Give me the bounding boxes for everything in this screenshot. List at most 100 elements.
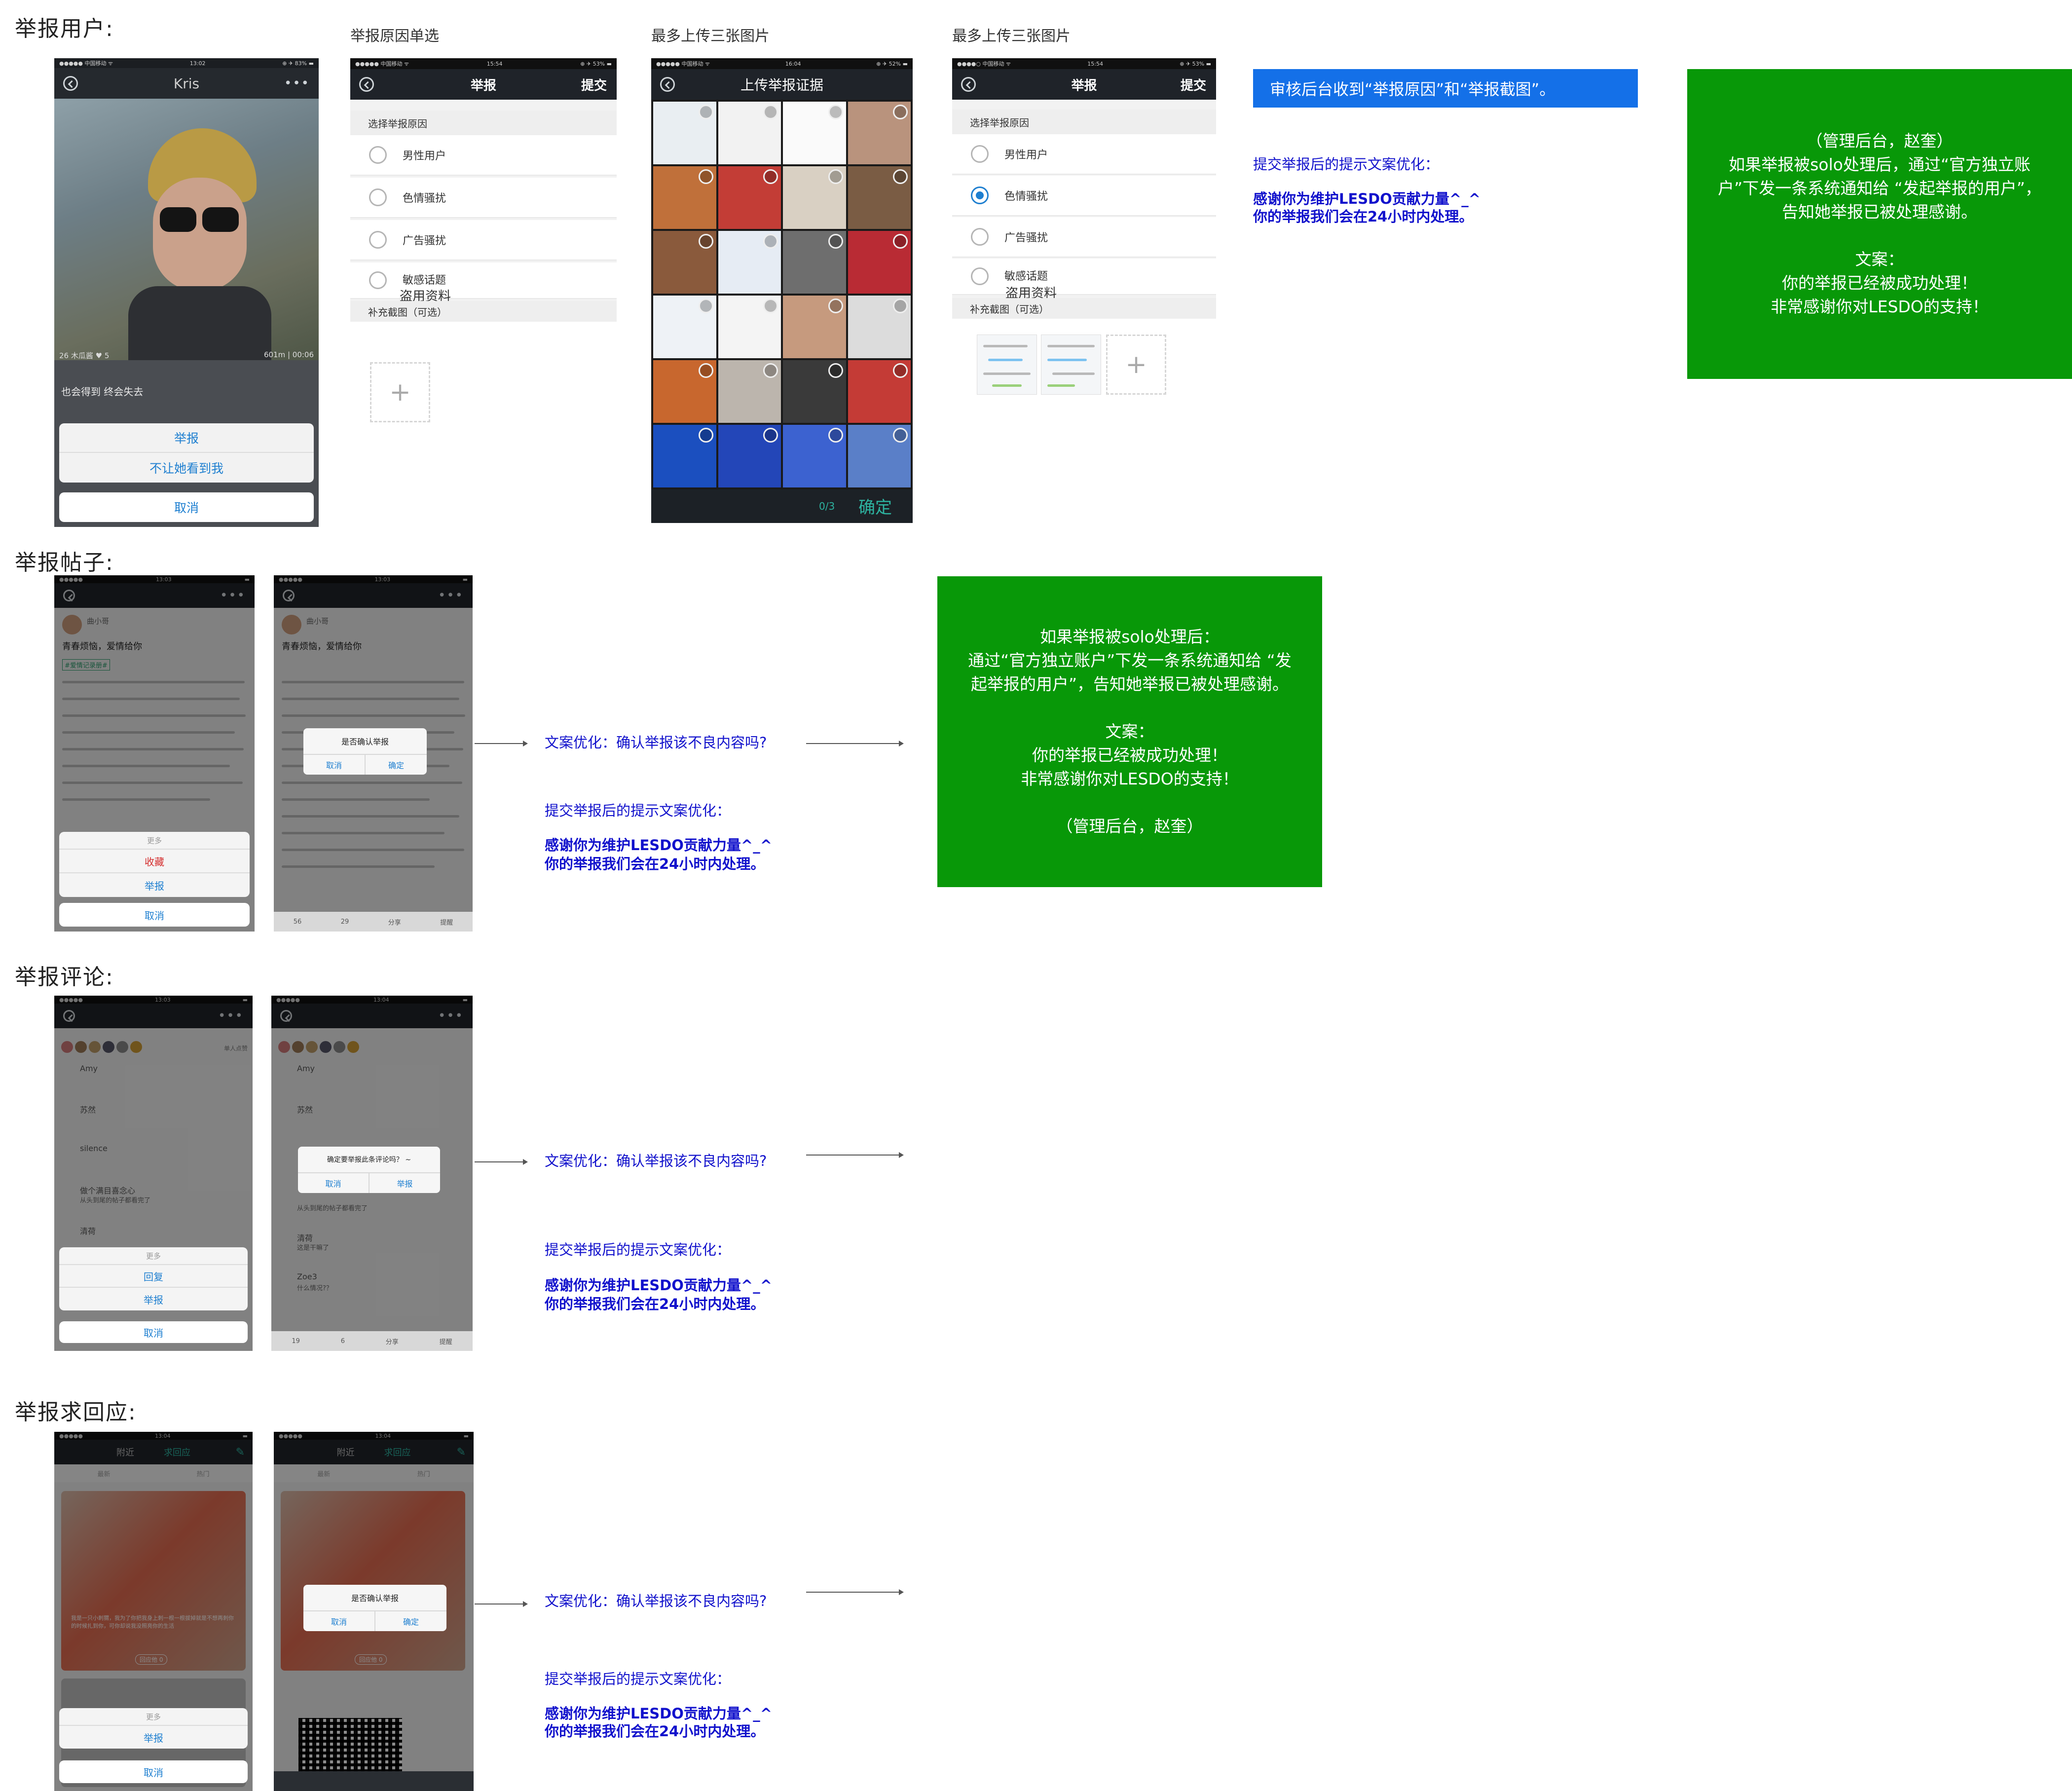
photo-thumb[interactable] [848, 102, 911, 164]
uploaded-screenshot[interactable] [1041, 335, 1101, 395]
reason-option-male[interactable]: 男性用户 [350, 135, 617, 176]
remind-button[interactable]: 提醒 [440, 917, 453, 927]
sheet-report-button[interactable]: 举报 [59, 1288, 248, 1310]
reason-option-sensitive[interactable]: 敏感话题 [350, 262, 617, 299]
photo-thumb[interactable] [848, 425, 911, 487]
check-icon[interactable] [698, 169, 713, 184]
check-icon[interactable] [763, 105, 778, 119]
submit-button[interactable]: 提交 [581, 75, 607, 94]
radio-icon[interactable] [369, 188, 387, 206]
dialog-cancel-button[interactable]: 取消 [303, 1611, 375, 1631]
check-icon[interactable] [698, 298, 713, 313]
dialog-report-button[interactable]: 举报 [370, 1173, 440, 1193]
reason-option-porn[interactable]: 色情骚扰 [952, 176, 1216, 216]
check-icon[interactable] [763, 234, 778, 249]
check-icon[interactable] [828, 298, 843, 313]
sheet-cancel-button[interactable]: 取消 [59, 903, 250, 927]
like-count[interactable]: 56 [294, 918, 302, 926]
radio-icon[interactable] [971, 145, 989, 163]
submit-button[interactable]: 提交 [1181, 75, 1206, 94]
photo-thumb[interactable] [653, 166, 716, 229]
share-button[interactable]: 分享 [386, 1337, 399, 1346]
photo-thumb[interactable] [653, 102, 716, 164]
check-icon[interactable] [893, 105, 908, 119]
check-icon[interactable] [763, 363, 778, 378]
photo-thumb[interactable] [783, 425, 846, 487]
check-icon[interactable] [893, 428, 908, 443]
photo-thumb[interactable] [848, 231, 911, 294]
radio-icon[interactable] [971, 267, 989, 285]
check-icon[interactable] [828, 234, 843, 249]
remind-button[interactable]: 提醒 [440, 1337, 452, 1346]
sheet-collect-button[interactable]: 收藏 [59, 850, 250, 873]
radio-icon[interactable] [369, 271, 387, 289]
check-icon[interactable] [698, 105, 713, 119]
sheet-cancel-button[interactable]: 取消 [59, 492, 314, 522]
add-image-button[interactable]: + [1106, 335, 1166, 395]
add-image-button[interactable]: + [370, 362, 430, 422]
photo-thumb[interactable] [653, 425, 716, 487]
dialog-ok-button[interactable]: 确定 [366, 755, 427, 775]
check-icon[interactable] [828, 105, 843, 119]
photo-thumb[interactable] [783, 231, 846, 294]
photo-thumb[interactable] [848, 360, 911, 423]
sheet-block-button[interactable]: 不让她看到我 [59, 453, 314, 483]
radio-selected-icon[interactable] [971, 187, 989, 204]
photo-thumb[interactable] [783, 166, 846, 229]
photo-thumb[interactable] [718, 425, 781, 487]
comment-count[interactable]: 29 [341, 918, 349, 926]
check-icon[interactable] [893, 298, 908, 313]
sheet-reply-button[interactable]: 回复 [59, 1265, 248, 1288]
radio-icon[interactable] [369, 231, 387, 249]
check-icon[interactable] [893, 363, 908, 378]
photo-thumb[interactable] [653, 296, 716, 358]
back-icon[interactable] [961, 77, 976, 92]
photo-thumb[interactable] [718, 231, 781, 294]
check-icon[interactable] [698, 363, 713, 378]
sheet-report-button[interactable]: 举报 [59, 873, 250, 897]
check-icon[interactable] [828, 428, 843, 443]
check-icon[interactable] [698, 234, 713, 249]
dialog-ok-button[interactable]: 确定 [375, 1611, 446, 1631]
comment-count[interactable]: 6 [341, 1338, 345, 1345]
radio-icon[interactable] [369, 146, 387, 164]
confirm-button[interactable]: 确定 [858, 494, 892, 518]
dialog-cancel-button[interactable]: 取消 [303, 755, 366, 775]
back-icon[interactable] [660, 77, 675, 92]
photo-thumb[interactable] [848, 166, 911, 229]
sheet-cancel-button[interactable]: 取消 [59, 1760, 248, 1783]
check-icon[interactable] [828, 363, 843, 378]
photo-thumb[interactable] [783, 102, 846, 164]
photo-thumb[interactable] [718, 296, 781, 358]
check-icon[interactable] [763, 428, 778, 443]
like-count[interactable]: 19 [292, 1338, 300, 1345]
share-button[interactable]: 分享 [388, 917, 401, 927]
photo-thumb[interactable] [718, 166, 781, 229]
check-icon[interactable] [828, 169, 843, 184]
reason-option-male[interactable]: 男性用户 [952, 134, 1216, 175]
photo-thumb[interactable] [783, 360, 846, 423]
photo-thumb[interactable] [783, 296, 846, 358]
check-icon[interactable] [763, 169, 778, 184]
radio-icon[interactable] [971, 228, 989, 246]
reason-option-porn[interactable]: 色情骚扰 [350, 178, 617, 218]
check-icon[interactable] [698, 428, 713, 443]
sheet-report-button[interactable]: 举报 [59, 1726, 248, 1749]
check-icon[interactable] [763, 298, 778, 313]
photo-thumb[interactable] [718, 360, 781, 423]
photo-thumb[interactable] [653, 360, 716, 423]
photo-thumb[interactable] [718, 102, 781, 164]
back-icon[interactable] [359, 77, 374, 92]
uploaded-screenshot[interactable] [977, 335, 1037, 395]
dialog-cancel-button[interactable]: 取消 [298, 1173, 370, 1193]
sheet-report-button[interactable]: 举报 [59, 423, 314, 453]
check-icon[interactable] [893, 234, 908, 249]
reason-option-sensitive[interactable]: 敏感话题 [952, 259, 1216, 295]
reason-option-ads[interactable]: 广告骚扰 [952, 217, 1216, 258]
sheet-cancel-button[interactable]: 取消 [59, 1321, 248, 1343]
reason-option-ads[interactable]: 广告骚扰 [350, 220, 617, 261]
back-icon[interactable] [63, 76, 78, 91]
photo-thumb[interactable] [653, 231, 716, 294]
more-icon[interactable]: ••• [284, 76, 310, 91]
photo-thumb[interactable] [848, 296, 911, 358]
